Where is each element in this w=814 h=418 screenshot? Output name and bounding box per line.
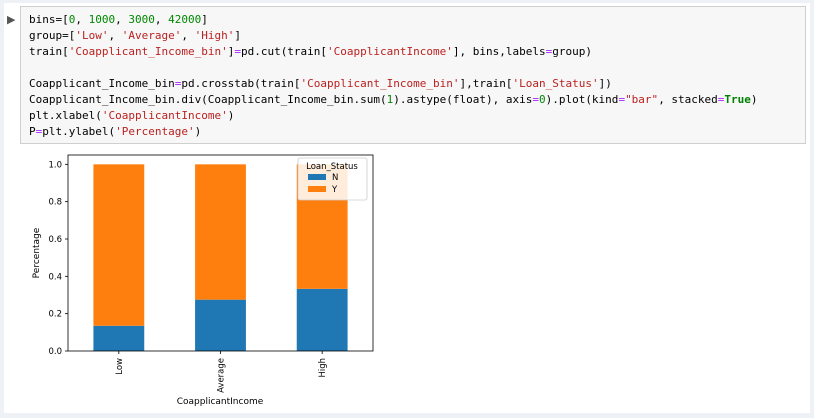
legend-entry-label: N <box>332 173 338 183</box>
code-token: ] <box>201 13 208 26</box>
cell-output: 0.0 0.2 0.4 0.6 0.8 1.0 Low Average High Percen… <box>30 153 390 411</box>
code-token: 'High' <box>194 29 235 42</box>
code-token: 'Percentage' <box>115 125 195 138</box>
code-token: 'Coapplicant_Income_bin' <box>68 45 228 58</box>
code-line: group=['Low', 'Average', 'High'] <box>29 28 801 44</box>
code-token: ) <box>227 109 235 122</box>
code-input[interactable]: bins=[0, 1000, 3000, 42000] group=['Low',… <box>20 6 806 144</box>
code-editor[interactable]: bins=[0, 1000, 3000, 42000] group=['Low',… <box>29 12 801 140</box>
chart-legend: Loan_Status NY <box>297 157 368 201</box>
code-token: group) <box>552 45 592 58</box>
code-token: group=[ <box>29 29 76 42</box>
code-token: bins=[ <box>29 13 69 26</box>
code-token: ], bins,labels <box>452 45 546 58</box>
notebook-cell[interactable]: ▶ bins=[0, 1000, 3000, 42000] group=['Low… <box>4 3 810 413</box>
code-token: , <box>181 29 195 42</box>
bar-n-average <box>195 299 246 351</box>
code-token: 0 <box>538 93 546 106</box>
y-tick-label: 1.0 <box>48 160 62 170</box>
code-token: plt.ylabel( <box>42 125 116 138</box>
code-token: , <box>75 13 89 26</box>
bar-n-low <box>93 325 145 351</box>
code-token: 'CoapplicantIncome' <box>101 109 228 122</box>
code-token: ] <box>234 29 241 42</box>
x-axis-label: CoapplicantIncome <box>177 397 264 407</box>
code-token: ]) <box>598 77 612 90</box>
legend-swatch-n <box>308 174 326 180</box>
bar-y-average <box>195 164 246 300</box>
y-axis-label: Percentage <box>32 227 42 278</box>
code-token: , <box>108 29 122 42</box>
y-tick-label: 0.0 <box>48 347 62 357</box>
code-token: 'CoapplicantIncome' <box>327 45 453 58</box>
code-token: 'Loan_Status' <box>512 77 599 90</box>
code-line: Coapplicant_Income_bin.div(Coapplicant_I… <box>29 92 801 108</box>
code-token: "bar" <box>625 93 659 106</box>
code-token: 'Low' <box>75 29 109 42</box>
code-token: True <box>724 93 751 106</box>
code-token: 1000 <box>88 13 116 26</box>
code-token: ).astype(float), axis <box>393 93 533 106</box>
code-token: Coapplicant_Income_bin.div(Coapplicant_I… <box>29 93 387 106</box>
code-token: train[ <box>29 45 69 58</box>
code-line: Coapplicant_Income_bin=pd.crosstab(train… <box>29 76 801 92</box>
code-token: ],train[ <box>459 77 513 90</box>
code-token: P <box>29 125 36 138</box>
code-line: plt.xlabel('CoapplicantIncome') <box>29 108 801 124</box>
y-tick-label: 0.4 <box>48 272 62 282</box>
y-tick-label: 0.2 <box>48 310 62 320</box>
bar-n-high <box>296 288 348 351</box>
code-token: = <box>234 45 241 58</box>
code-token: pd.cut(train[ <box>240 45 328 58</box>
code-token: , <box>115 13 129 26</box>
legend-swatch-y <box>308 186 326 192</box>
code-token: ) <box>194 125 202 138</box>
code-token: ) <box>750 93 758 106</box>
code-token: = <box>532 93 539 106</box>
code-token: 'Average' <box>121 29 182 42</box>
code-token: , <box>154 13 169 26</box>
code-token: plt.xlabel( <box>29 109 102 122</box>
y-tick-label: 0.8 <box>48 198 62 208</box>
code-token: 'Coapplicant_Income_bin' <box>300 77 460 90</box>
x-tick-label: High <box>318 358 328 378</box>
code-line: train['Coapplicant_Income_bin']=pd.cut(t… <box>29 44 801 60</box>
bar-y-low <box>93 164 145 326</box>
code-token: Coapplicant_Income_bin <box>29 77 175 90</box>
code-token: 42000 <box>168 13 202 26</box>
code-token: ).plot(kind <box>545 93 619 106</box>
legend-entry-label: Y <box>331 185 338 195</box>
stacked-bar-chart: 0.0 0.2 0.4 0.6 0.8 1.0 Low Average High Percen… <box>32 154 374 407</box>
code-token: pd.crosstab(train[ <box>181 77 301 90</box>
x-tick-label: Low <box>115 358 125 375</box>
code-line: P=plt.ylabel('Percentage') <box>29 124 801 140</box>
code-line: bins=[0, 1000, 3000, 42000] <box>29 12 801 28</box>
code-token: 3000 <box>128 13 155 26</box>
code-token: , stacked <box>658 93 718 106</box>
x-tick-label: Average <box>217 358 227 393</box>
y-tick-label: 0.6 <box>48 235 62 245</box>
run-cell-icon[interactable]: ▶ <box>7 13 21 27</box>
legend-title: Loan_Status <box>306 162 358 172</box>
